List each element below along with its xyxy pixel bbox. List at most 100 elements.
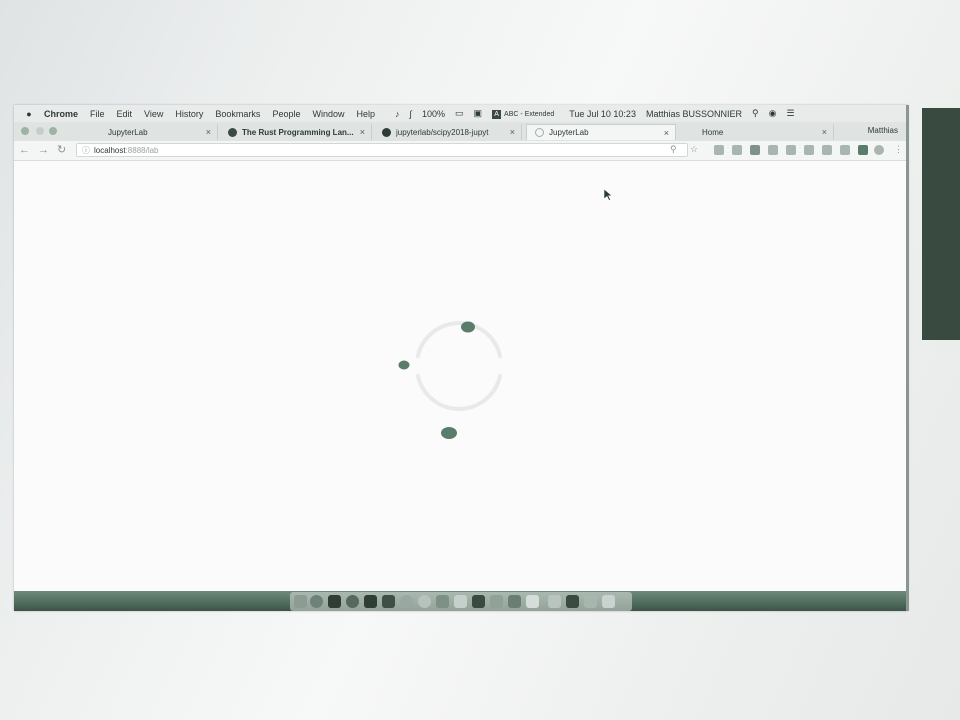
browser-tab-strip: JupyterLab × The Rust Programming Lan...… xyxy=(14,122,908,142)
app-icon[interactable] xyxy=(490,595,503,608)
close-tab-icon[interactable]: × xyxy=(360,127,365,137)
input-source-badge: A xyxy=(492,110,502,119)
app-icon[interactable] xyxy=(508,595,521,608)
user-menu[interactable]: Matthias BUSSONNIER xyxy=(646,109,742,119)
bluetooth-icon[interactable]: ∫ xyxy=(410,109,412,119)
finder-icon[interactable] xyxy=(294,595,307,608)
itunes-icon[interactable] xyxy=(418,595,431,608)
extension-icon[interactable] xyxy=(874,145,884,155)
apple-menu-icon[interactable]: ● xyxy=(20,109,38,119)
mac-menubar: ● Chrome File Edit View History Bookmark… xyxy=(14,105,908,122)
extension-icon[interactable] xyxy=(822,145,832,155)
minimize-window-button[interactable] xyxy=(36,127,44,135)
profile-button[interactable]: Matthias xyxy=(868,126,898,135)
close-tab-icon[interactable]: × xyxy=(822,127,827,137)
documents-icon[interactable] xyxy=(548,595,561,608)
battery-status[interactable]: 100% xyxy=(422,109,445,119)
spinner-arc-bottom xyxy=(416,374,502,411)
spotlight-search-icon[interactable]: ⚲ xyxy=(752,108,759,119)
zoom-window-button[interactable] xyxy=(49,127,57,135)
tab-label: Home xyxy=(702,127,724,137)
tab-label: jupyterlab/scipy2018-jupyt xyxy=(396,127,489,137)
battery-icon[interactable]: ▭ xyxy=(455,108,464,119)
screen-border xyxy=(906,105,909,611)
extension-icon[interactable] xyxy=(786,145,796,155)
extension-icon[interactable] xyxy=(804,145,814,155)
bookmark-star-icon[interactable]: ☆ xyxy=(690,144,698,155)
screen-recording: ● Chrome File Edit View History Bookmark… xyxy=(14,105,908,611)
extension-icon[interactable] xyxy=(768,145,778,155)
document-icon[interactable] xyxy=(566,595,579,608)
spinner-dot xyxy=(398,360,410,370)
rust-icon xyxy=(228,127,237,137)
volume-icon[interactable]: ♪ xyxy=(395,109,400,119)
chrome-menu-icon[interactable]: ⋮ xyxy=(894,144,903,155)
launchpad-icon[interactable] xyxy=(310,595,323,608)
github-icon xyxy=(382,127,391,137)
address-bar[interactable]: ⓘ localhost:8888/lab xyxy=(76,143,688,157)
menu-bookmarks[interactable]: Bookmarks xyxy=(215,109,260,119)
trash-icon[interactable] xyxy=(602,595,615,608)
close-window-button[interactable] xyxy=(21,127,29,135)
tab-label: The Rust Programming Lan... xyxy=(242,127,354,137)
menu-app-chrome[interactable]: Chrome xyxy=(44,109,78,119)
airplay-icon[interactable]: ▣ xyxy=(474,108,483,119)
page-viewport[interactable] xyxy=(14,161,908,591)
menu-view[interactable]: View xyxy=(144,109,163,119)
extension-icon[interactable] xyxy=(714,145,724,155)
messaging-icon[interactable] xyxy=(346,595,359,608)
mac-dock xyxy=(290,592,632,611)
extension-icon[interactable] xyxy=(840,145,850,155)
menu-help[interactable]: Help xyxy=(356,109,375,119)
mouse-cursor-icon xyxy=(604,189,613,201)
back-icon[interactable]: ← xyxy=(19,144,30,156)
loading-spinner xyxy=(398,321,502,439)
input-source[interactable]: A ABC - Extended xyxy=(492,108,554,119)
browser-toolbar: ← → ↻ ⓘ localhost:8888/lab ⚲ ☆ ⋮ xyxy=(14,141,908,161)
search-icon[interactable]: ⚲ xyxy=(670,144,677,155)
desktop-wallpaper xyxy=(14,591,908,611)
close-tab-icon[interactable]: × xyxy=(664,128,669,138)
menu-edit[interactable]: Edit xyxy=(117,109,133,119)
clock[interactable]: Tue Jul 10 10:23 xyxy=(569,109,636,119)
address-host: localhost xyxy=(94,145,126,155)
jupyter-icon xyxy=(94,128,103,137)
tab-jupyterlab-1[interactable]: JupyterLab × xyxy=(86,124,218,140)
menu-window[interactable]: Window xyxy=(312,109,344,119)
tab-label: JupyterLab xyxy=(108,127,148,137)
app-icon[interactable] xyxy=(382,595,395,608)
notification-center-icon[interactable]: ☰ xyxy=(786,108,794,119)
info-icon[interactable]: ⓘ xyxy=(82,145,90,156)
jupyter-icon xyxy=(535,128,544,137)
tab-label: JupyterLab xyxy=(549,128,589,137)
siri-icon[interactable]: ◉ xyxy=(769,108,777,119)
close-tab-icon[interactable]: × xyxy=(510,127,515,137)
address-path: :8888/lab xyxy=(125,145,159,155)
menu-history[interactable]: History xyxy=(175,109,203,119)
extension-icon[interactable] xyxy=(750,145,760,155)
app-icon[interactable] xyxy=(454,595,467,608)
terminal-icon[interactable] xyxy=(328,595,341,608)
presentation-side-panel xyxy=(922,108,960,340)
input-source-label: ABC - Extended xyxy=(504,111,555,118)
extension-icon[interactable] xyxy=(732,145,742,155)
forward-icon[interactable]: → xyxy=(38,144,49,156)
photoshop-icon[interactable] xyxy=(472,595,485,608)
tab-jupyterlab-active[interactable]: JupyterLab × xyxy=(526,124,676,140)
spinner-arc-top xyxy=(416,321,502,358)
downloads-icon[interactable] xyxy=(584,595,597,608)
app-icon[interactable] xyxy=(364,595,377,608)
extension-icon[interactable] xyxy=(858,145,868,155)
menu-people[interactable]: People xyxy=(272,109,300,119)
spinner-dot xyxy=(461,321,475,333)
app-icon[interactable] xyxy=(526,595,539,608)
close-tab-icon[interactable]: × xyxy=(206,127,211,137)
tab-home[interactable]: Home × xyxy=(686,124,834,140)
tab-rust-book[interactable]: The Rust Programming Lan... × xyxy=(220,124,372,140)
reload-icon[interactable]: ↻ xyxy=(57,144,66,156)
chrome-icon[interactable] xyxy=(400,595,413,608)
app-icon[interactable] xyxy=(436,595,449,608)
spinner-dot xyxy=(441,427,457,439)
menu-file[interactable]: File xyxy=(90,109,105,119)
tab-github-scipy2018[interactable]: jupyterlab/scipy2018-jupyt × xyxy=(374,124,522,140)
